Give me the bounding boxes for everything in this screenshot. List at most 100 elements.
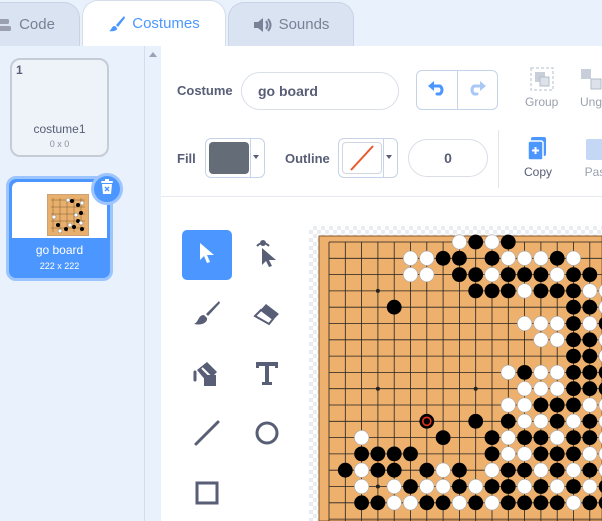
group-button[interactable]: Group xyxy=(525,66,558,109)
costume-size: 222 x 222 xyxy=(39,261,80,271)
black-stone xyxy=(403,479,418,494)
redo-button[interactable] xyxy=(456,71,498,109)
black-stone xyxy=(517,495,532,511)
black-stone xyxy=(370,446,386,462)
white-stone xyxy=(582,283,598,299)
white-stone xyxy=(484,267,500,283)
arrow-cursor-icon xyxy=(197,241,217,270)
fill-color-picker[interactable] xyxy=(205,138,265,178)
white-stone xyxy=(451,495,467,511)
white-stone xyxy=(451,234,467,250)
white-stone xyxy=(565,495,581,511)
white-stone xyxy=(533,316,549,332)
white-stone xyxy=(435,479,451,495)
trash-icon xyxy=(100,178,114,200)
costume-number: 2 xyxy=(14,185,21,199)
eraser-tool[interactable] xyxy=(242,290,292,340)
costume-list-scrollbar[interactable] xyxy=(145,46,161,521)
black-stone xyxy=(549,250,565,266)
speaker-icon xyxy=(253,17,273,33)
black-stone xyxy=(566,381,581,397)
black-stone xyxy=(549,397,565,413)
undo-button[interactable] xyxy=(417,71,457,109)
white-stone xyxy=(517,316,533,332)
white-stone xyxy=(354,430,370,446)
paint-canvas[interactable] xyxy=(309,226,602,521)
group-icon xyxy=(529,66,555,95)
black-stone xyxy=(533,495,549,511)
black-stone xyxy=(549,413,565,429)
black-stone xyxy=(354,446,369,462)
white-stone xyxy=(549,316,565,332)
black-stone xyxy=(468,283,484,299)
star-point xyxy=(473,386,478,391)
reshape-tool[interactable] xyxy=(242,230,292,280)
white-stone xyxy=(582,479,598,495)
ungroup-button[interactable]: Ung xyxy=(578,66,602,109)
black-stone xyxy=(582,365,598,380)
outline-width-input[interactable]: 0 xyxy=(408,139,488,177)
black-stone xyxy=(500,267,516,282)
white-stone xyxy=(403,267,419,283)
star-point xyxy=(375,386,380,391)
white-stone xyxy=(582,397,598,413)
black-stone xyxy=(484,250,500,266)
black-stone xyxy=(452,462,467,478)
line-tool[interactable] xyxy=(182,410,232,460)
fill-color-swatch xyxy=(209,142,249,174)
last-move-stone xyxy=(419,413,435,429)
swatch-divider xyxy=(250,139,251,177)
fill-dropdown-arrow-icon xyxy=(253,155,259,159)
black-stone xyxy=(354,495,369,511)
delete-costume-button[interactable] xyxy=(91,173,123,205)
costume-name-input[interactable] xyxy=(241,72,399,110)
tab-sounds[interactable]: Sounds xyxy=(228,2,354,46)
ungroup-icon xyxy=(578,66,602,95)
text-tool[interactable] xyxy=(242,350,292,400)
black-stone xyxy=(566,267,581,282)
tab-costumes-label: Costumes xyxy=(132,15,200,32)
white-stone xyxy=(468,479,484,495)
paintbrush-icon xyxy=(193,299,221,332)
group-label: Group xyxy=(525,95,559,109)
copy-button[interactable]: Copy xyxy=(524,136,552,179)
brush-tool[interactable] xyxy=(182,290,232,340)
star-point xyxy=(375,484,380,489)
black-stone xyxy=(582,332,598,348)
circle-tool[interactable] xyxy=(242,410,292,460)
white-stone xyxy=(419,267,435,283)
white-stone xyxy=(582,316,598,332)
select-tool[interactable] xyxy=(182,230,232,280)
tab-code[interactable]: Code xyxy=(0,2,80,46)
paste-label: Pas xyxy=(584,165,602,179)
costume-list: 1 costume1 0 x 0 2 go board 222 x 222 xyxy=(0,46,145,521)
black-stone xyxy=(582,267,598,282)
black-stone xyxy=(533,446,549,462)
outline-label: Outline xyxy=(285,151,330,166)
black-stone xyxy=(566,283,581,299)
outline-color-picker[interactable] xyxy=(338,138,398,178)
costume-number: 1 xyxy=(16,63,23,77)
white-stone xyxy=(565,413,581,429)
copy-label: Copy xyxy=(524,165,553,179)
undo-icon xyxy=(427,80,447,101)
white-stone xyxy=(549,381,565,397)
scroll-up-arrow-icon[interactable] xyxy=(149,52,157,57)
costume-item-2[interactable]: 2 go board 222 x 222 xyxy=(6,173,123,281)
tab-costumes[interactable]: Costumes xyxy=(82,0,226,46)
white-stone xyxy=(403,250,419,266)
black-stone xyxy=(566,348,581,364)
rectangle-tool[interactable] xyxy=(182,470,232,520)
white-stone xyxy=(549,332,565,348)
fill-tool[interactable] xyxy=(182,350,232,400)
black-stone xyxy=(419,495,435,511)
black-stone xyxy=(452,479,467,494)
white-stone xyxy=(484,495,500,511)
black-stone xyxy=(517,267,532,282)
go-board-thumbnail xyxy=(47,194,89,236)
redo-icon xyxy=(467,80,487,101)
paste-button[interactable]: Pas xyxy=(583,136,602,179)
white-stone xyxy=(533,381,549,397)
costume-item-1[interactable]: 1 costume1 0 x 0 xyxy=(10,58,109,157)
black-stone xyxy=(435,495,451,511)
